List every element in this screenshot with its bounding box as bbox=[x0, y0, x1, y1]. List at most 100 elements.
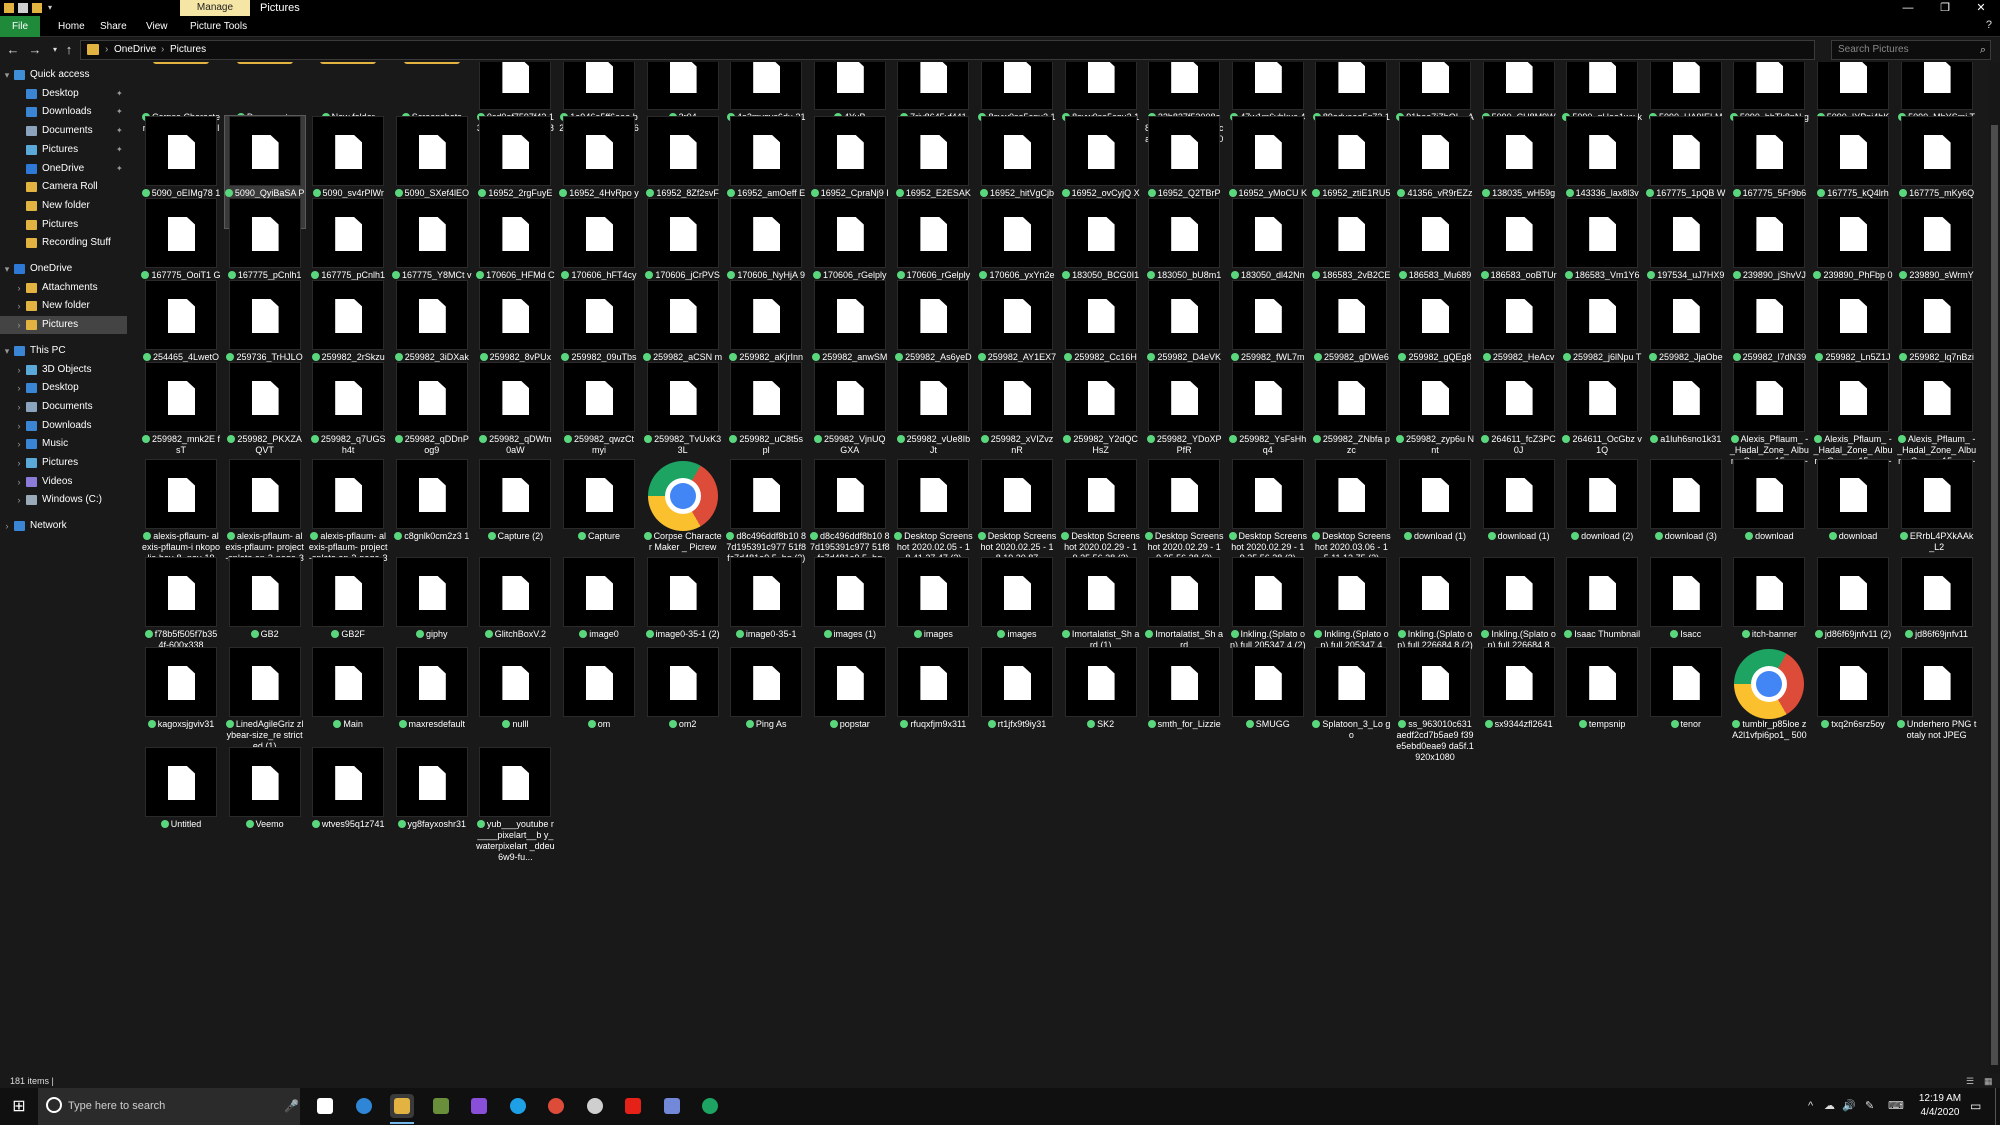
taskbar-search[interactable]: Type here to search 🎤 bbox=[38, 1088, 300, 1125]
sidebar-item-downloads[interactable]: Downloads ✦ bbox=[0, 103, 127, 121]
file-item[interactable]: 259982_mnk2E fsT bbox=[141, 362, 221, 474]
file-item[interactable]: 259982_PKXZA QVT bbox=[225, 362, 305, 474]
file-item[interactable]: Alexis_Pflaum_ -_Hadal_Zone_ Album_Cover… bbox=[1813, 362, 1893, 477]
breadcrumb-onedrive[interactable]: OneDrive bbox=[114, 41, 156, 59]
address-bar[interactable]: › OneDrive › Pictures ▾ ↻ bbox=[80, 40, 1901, 60]
file-item[interactable]: Ping As bbox=[726, 647, 806, 759]
file-item[interactable]: SMUGG bbox=[1228, 647, 1308, 759]
back-button[interactable]: ← bbox=[4, 41, 22, 59]
edge-icon[interactable] bbox=[352, 1094, 376, 1118]
file-item[interactable]: a1luh6sno1k31 bbox=[1646, 362, 1726, 474]
file-item[interactable]: Corpse Character Maker _ Picrew bbox=[643, 459, 723, 571]
sidebar-item-camera-roll[interactable]: Camera Roll bbox=[0, 178, 127, 196]
forward-button[interactable]: → bbox=[26, 41, 44, 59]
sidebar-item-pictures[interactable]: Pictures ✦ bbox=[0, 141, 127, 159]
tab-picture-tools[interactable]: Picture Tools bbox=[182, 16, 255, 37]
chrome-2-icon[interactable] bbox=[698, 1094, 722, 1118]
scrollbar-thumb[interactable] bbox=[1991, 125, 1998, 1065]
file-item[interactable]: 264611_fcZ3PC 0J bbox=[1479, 362, 1559, 474]
file-item[interactable]: Capture bbox=[559, 459, 639, 571]
file-item[interactable]: Veemo bbox=[225, 747, 305, 859]
file-item[interactable]: ERrbL4PXkAAk _L2 bbox=[1897, 459, 1977, 571]
app-purple-icon[interactable] bbox=[467, 1094, 491, 1118]
sidebar-item-attachments[interactable]: › Attachments bbox=[0, 279, 127, 297]
microphone-icon[interactable]: 🎤 bbox=[284, 1088, 299, 1125]
file-item[interactable]: Desktop Screenshot 2020.02.29 - 19.25.56… bbox=[1061, 459, 1141, 571]
sidebar-item-recording-stuff[interactable]: Recording Stuff bbox=[0, 234, 127, 252]
chevron-right-icon[interactable]: › bbox=[2, 517, 12, 535]
sidebar-item-documents[interactable]: Documents ✦ bbox=[0, 122, 127, 140]
file-item[interactable]: 259982_uC8t5s pl bbox=[726, 362, 806, 474]
breadcrumb-pictures[interactable]: Pictures bbox=[170, 41, 206, 59]
chevron-right-icon[interactable]: › bbox=[14, 398, 24, 416]
file-item[interactable]: nulll bbox=[475, 647, 555, 759]
file-item[interactable]: tempsnip bbox=[1562, 647, 1642, 759]
chevron-right-icon[interactable]: › bbox=[14, 379, 24, 397]
file-item[interactable]: txq2n6srz5oy bbox=[1813, 647, 1893, 759]
sidebar-item-pictures[interactable]: › Pictures bbox=[0, 454, 127, 472]
sidebar-item-windows-c[interactable]: › Windows (C:) bbox=[0, 491, 127, 509]
file-item[interactable]: 259982_TvUxK3 3L bbox=[643, 362, 723, 474]
file-item[interactable]: Alexis_Pflaum_ -_Hadal_Zone_ Album_Cover… bbox=[1729, 362, 1809, 477]
file-item[interactable]: Desktop Screenshot 2020.02.05 - 18.41.37… bbox=[893, 459, 973, 571]
large-icons-view-icon[interactable]: ▦ bbox=[1984, 1074, 1993, 1088]
file-item[interactable]: rt1jfx9t9iy31 bbox=[977, 647, 1057, 759]
chevron-down-icon[interactable]: ▾ bbox=[2, 342, 12, 360]
file-item[interactable]: 259982_YDoXP PfR bbox=[1144, 362, 1224, 474]
file-item[interactable]: smth_for_Lizzie bbox=[1144, 647, 1224, 759]
chevron-right-icon[interactable]: › bbox=[14, 361, 24, 379]
show-hidden-icons-icon[interactable]: ^ bbox=[1808, 1088, 1813, 1125]
close-button[interactable]: ✕ bbox=[1958, 0, 2000, 16]
obs-icon[interactable] bbox=[583, 1094, 607, 1118]
file-item[interactable]: 264611_OcGbz v1Q bbox=[1562, 362, 1642, 474]
sidebar-item-downloads[interactable]: › Downloads bbox=[0, 417, 127, 435]
sidebar-item-pictures[interactable]: Pictures bbox=[0, 216, 127, 234]
new-folder-icon[interactable] bbox=[32, 3, 42, 13]
file-item[interactable]: 259982_VjnUQ GXA bbox=[810, 362, 890, 474]
file-item[interactable]: wtves95q1z741 bbox=[308, 747, 388, 859]
chevron-down-icon[interactable]: ▾ bbox=[2, 260, 12, 278]
file-item[interactable]: tumblr_p85loe zA2l1vfpi6po1_ 500 bbox=[1729, 647, 1809, 759]
file-item[interactable]: 259982_Y2dQC HsZ bbox=[1061, 362, 1141, 474]
chevron-right-icon[interactable]: › bbox=[14, 454, 24, 472]
file-item[interactable]: Desktop Screenshot 2020.02.29 - 19.25.56… bbox=[1144, 459, 1224, 571]
file-item[interactable]: 259982_qDWtn 0aW bbox=[475, 362, 555, 474]
chevron-right-icon[interactable]: › bbox=[14, 297, 24, 315]
sidebar-item-pictures[interactable]: › Pictures bbox=[0, 316, 127, 335]
pen-icon[interactable]: ✎ bbox=[1865, 1088, 1874, 1125]
file-item[interactable]: download (2) bbox=[1562, 459, 1642, 571]
file-item[interactable]: Alexis_Pflaum_ -_Hadal_Zone_ Album_Cover… bbox=[1897, 362, 1977, 477]
search-input[interactable]: Search Pictures ⌕ bbox=[1831, 40, 1991, 60]
file-item[interactable]: om2 bbox=[643, 647, 723, 759]
file-item[interactable]: c8gnlk0cm2z3 1 bbox=[392, 459, 472, 571]
file-item[interactable]: download (1) bbox=[1395, 459, 1475, 571]
show-desktop-button[interactable] bbox=[1995, 1088, 2000, 1125]
file-item[interactable]: yub___youtube r____pixelart__b y_waterpi… bbox=[475, 747, 555, 862]
file-item[interactable]: 259982_qDDnP og9 bbox=[392, 362, 472, 474]
file-item[interactable]: download (3) bbox=[1646, 459, 1726, 571]
file-item[interactable]: alexis-pflaum- alexis-pflaum-i nkopolis-… bbox=[141, 459, 221, 571]
file-item[interactable]: SK2 bbox=[1061, 647, 1141, 759]
sidebar-item-3d-objects[interactable]: › 3D Objects bbox=[0, 361, 127, 379]
search-icon[interactable]: ⌕ bbox=[1980, 41, 1986, 59]
sidebar-item-network[interactable]: › Network bbox=[0, 517, 127, 535]
customize-toolbar-icon[interactable]: ▾ bbox=[48, 3, 58, 13]
properties-icon[interactable] bbox=[18, 3, 28, 13]
discord-chrome-icon[interactable] bbox=[660, 1094, 684, 1118]
file-item[interactable]: d8c496ddf8b10 87d195391c977 51f8fc7d481e… bbox=[726, 459, 806, 571]
start-button[interactable]: ⊞ bbox=[0, 1088, 38, 1125]
file-item[interactable]: Capture (2) bbox=[475, 459, 555, 571]
sidebar-item-onedrive[interactable]: ▾ OneDrive bbox=[0, 260, 127, 278]
clock[interactable]: 12:19 AM 4/4/2020 bbox=[1905, 1092, 1975, 1120]
file-item[interactable]: Splatoon_3_Lo go bbox=[1311, 647, 1391, 759]
file-item[interactable]: Main bbox=[308, 647, 388, 759]
sidebar-item-this-pc[interactable]: ▾ This PC bbox=[0, 342, 127, 360]
skype-icon[interactable] bbox=[506, 1094, 530, 1118]
file-item[interactable]: 259982_qwzCt myi bbox=[559, 362, 639, 474]
chevron-down-icon[interactable]: ▾ bbox=[2, 66, 12, 84]
youtube-icon[interactable] bbox=[621, 1094, 645, 1118]
file-explorer-icon[interactable] bbox=[390, 1094, 414, 1124]
file-item[interactable]: Desktop Screenshot 2020.02.25 - 18.19.30… bbox=[977, 459, 1057, 571]
file-item[interactable]: download bbox=[1813, 459, 1893, 571]
file-item[interactable]: d8c496ddf8b10 87d195391c977 51f8fc7d481e… bbox=[810, 459, 890, 571]
